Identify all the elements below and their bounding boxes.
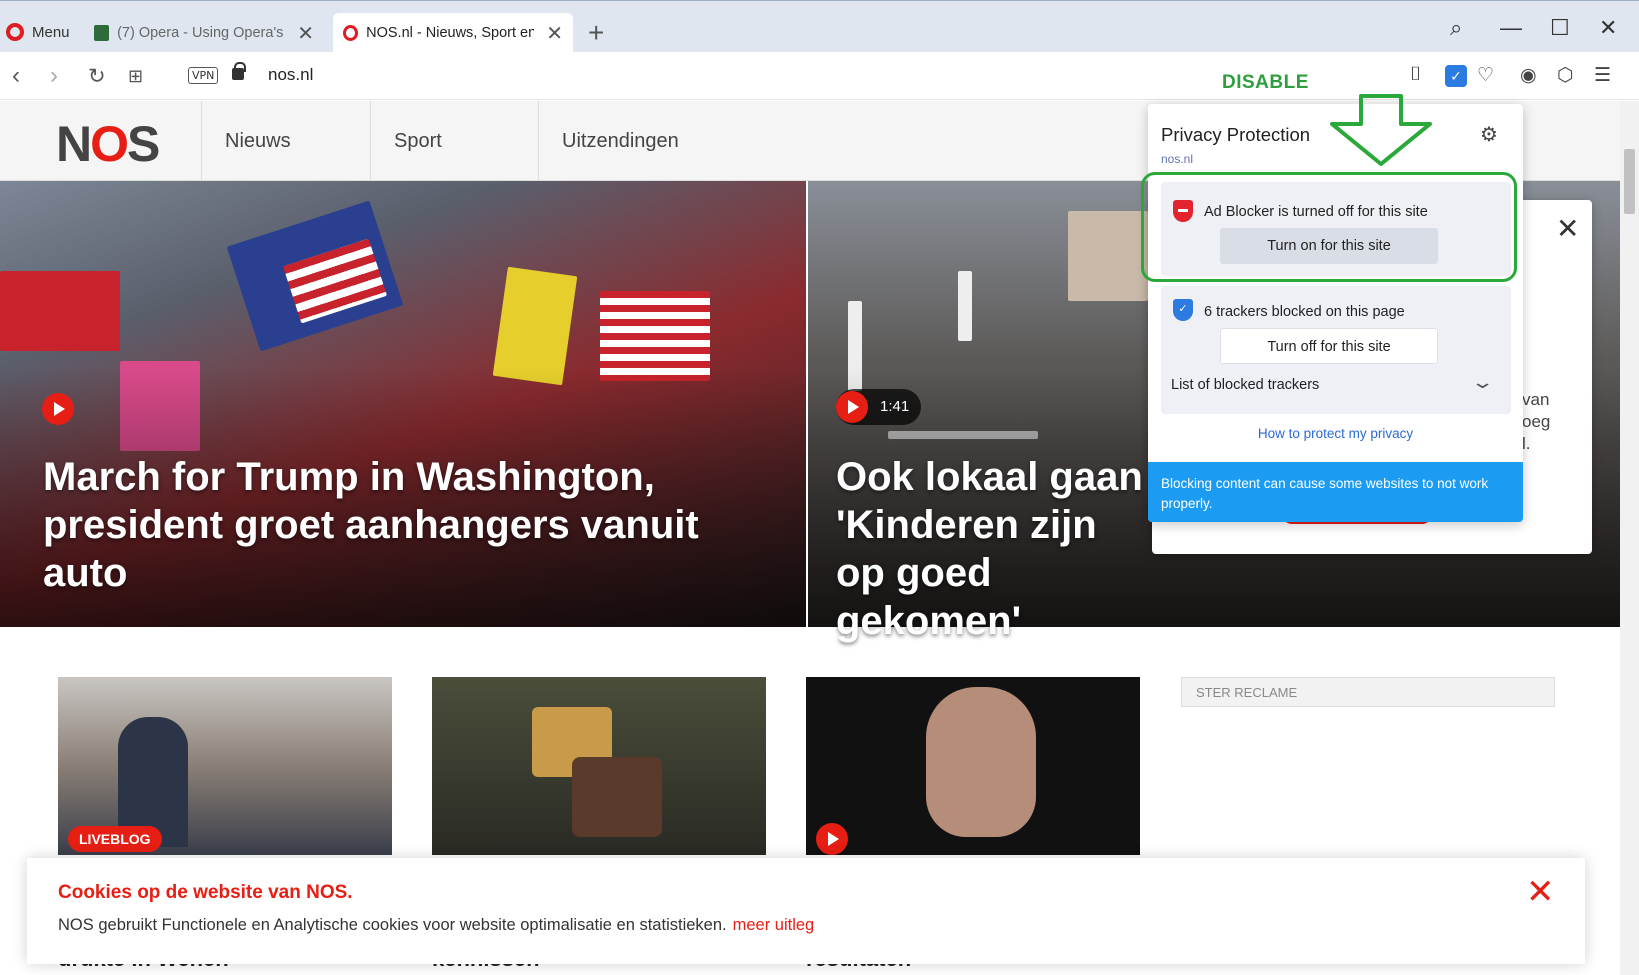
hero-image-detail bbox=[958, 271, 972, 341]
modal-text-fragment: oeg bbox=[1522, 412, 1551, 431]
minimize-icon[interactable]: — bbox=[1500, 15, 1522, 41]
cookie-banner: Cookies op de website van NOS. NOS gebru… bbox=[27, 858, 1585, 964]
hero-article-trump[interactable]: March for Trump in Washington, president… bbox=[0, 181, 806, 627]
blocking-warning: Blocking content can cause some websites… bbox=[1148, 462, 1523, 522]
cookie-more-link[interactable]: meer uitleg bbox=[733, 916, 815, 934]
liveblog-badge: LIVEBLOG bbox=[68, 826, 162, 852]
reload-icon[interactable]: ↻ bbox=[88, 64, 106, 89]
ster-reclame-ad: STER RECLAME bbox=[1181, 677, 1555, 707]
tab-nos[interactable]: NOS.nl - Nieuws, Sport en E ✕ bbox=[333, 13, 573, 53]
tracker-status: 6 trackers blocked on this page bbox=[1204, 304, 1405, 320]
back-icon[interactable]: ‹ bbox=[12, 62, 20, 90]
vpn-badge[interactable]: VPN bbox=[188, 67, 219, 84]
tracker-turn-off-button[interactable]: Turn off for this site bbox=[1220, 328, 1438, 364]
cookie-description: NOS gebruikt Functionele en Analytische … bbox=[58, 916, 727, 934]
hero-image-detail bbox=[0, 271, 120, 351]
nav-nieuws[interactable]: Nieuws bbox=[201, 101, 371, 181]
modal-close-icon[interactable]: ✕ bbox=[1556, 212, 1579, 245]
article-card-image[interactable] bbox=[432, 677, 766, 855]
camera-icon[interactable]: ⌷ bbox=[1410, 64, 1421, 86]
opera-favicon-icon bbox=[343, 25, 359, 41]
hero-title[interactable]: March for Trump in Washington, president… bbox=[43, 453, 763, 597]
cookie-text: NOS gebruikt Functionele en Analytische … bbox=[58, 916, 814, 935]
opera-logo-icon bbox=[6, 23, 24, 41]
favicon-icon bbox=[94, 25, 110, 41]
nav-uitzendingen[interactable]: Uitzendingen bbox=[538, 101, 758, 181]
logo-letter: O bbox=[90, 116, 129, 172]
search-tabs-icon[interactable]: ⌕ bbox=[1450, 15, 1462, 41]
nav-sport[interactable]: Sport bbox=[370, 101, 538, 181]
tabs-grid-icon[interactable]: ⊞ bbox=[128, 66, 143, 87]
privacy-protection-popup: Privacy Protection nos.nl ⚙ Ad Blocker i… bbox=[1148, 104, 1523, 522]
hero-title[interactable]: Ook lokaal gaan 'Kinderen zijn op goed g… bbox=[836, 453, 1156, 645]
opera-menu-button[interactable]: Menu bbox=[6, 23, 70, 41]
address-bar: ‹ › ↻ ⊞ VPN nos.nl ⌷ ✓ ♡ ◉ ⬡ ☰ bbox=[0, 52, 1639, 100]
cube-icon[interactable]: ⬡ bbox=[1557, 64, 1574, 87]
close-tab-icon[interactable]: ✕ bbox=[546, 21, 563, 46]
nos-logo[interactable]: NOS bbox=[56, 115, 160, 173]
heart-icon[interactable]: ♡ bbox=[1477, 64, 1494, 87]
flow-icon[interactable]: ◉ bbox=[1520, 64, 1537, 87]
article-card-image[interactable] bbox=[806, 677, 1140, 855]
forward-icon[interactable]: › bbox=[50, 62, 58, 90]
cookie-close-icon[interactable]: ✕ bbox=[1526, 875, 1555, 909]
close-window-icon[interactable]: ✕ bbox=[1599, 15, 1617, 41]
page-scrollbar[interactable] bbox=[1620, 101, 1639, 975]
tracker-shield-icon: ✓ bbox=[1173, 299, 1193, 321]
privacy-help-link[interactable]: How to protect my privacy bbox=[1148, 426, 1523, 441]
annotation-down-arrow-icon bbox=[1330, 94, 1432, 166]
settings-gear-icon[interactable]: ⚙ bbox=[1480, 122, 1498, 147]
nav-label: Nieuws bbox=[225, 129, 291, 152]
easy-setup-icon[interactable]: ☰ bbox=[1594, 64, 1611, 87]
nav-label: Sport bbox=[394, 129, 442, 152]
new-tab-plus-icon[interactable]: + bbox=[588, 17, 604, 49]
scrollbar-thumb[interactable] bbox=[1624, 149, 1635, 214]
popup-title: Privacy Protection bbox=[1161, 124, 1311, 145]
tab-title: (7) Opera - Using Opera's b bbox=[117, 25, 286, 41]
card-image-detail bbox=[572, 757, 662, 837]
menu-label: Menu bbox=[32, 23, 70, 41]
maximize-icon[interactable]: ☐ bbox=[1550, 15, 1570, 41]
play-video-icon[interactable] bbox=[836, 391, 868, 423]
modal-text-fragment: l. bbox=[1522, 434, 1531, 453]
chevron-down-icon[interactable]: ⌄ bbox=[1470, 372, 1494, 393]
tracker-section: ✓ 6 trackers blocked on this page Turn o… bbox=[1161, 286, 1511, 414]
logo-letter: N bbox=[56, 116, 92, 172]
privacy-shield-icon[interactable]: ✓ bbox=[1445, 65, 1467, 87]
annotation-disable-label: DISABLE bbox=[1222, 72, 1309, 93]
blocked-trackers-toggle[interactable]: List of blocked trackers bbox=[1171, 377, 1319, 393]
hero-image-detail bbox=[1068, 211, 1148, 301]
tab-title: NOS.nl - Nieuws, Sport en E bbox=[366, 25, 535, 41]
popup-site: nos.nl bbox=[1161, 152, 1194, 166]
modal-text-fragment: van bbox=[1522, 390, 1550, 409]
nav-label: Uitzendingen bbox=[562, 129, 679, 152]
annotation-highlight-box bbox=[1141, 172, 1517, 282]
lock-icon[interactable] bbox=[232, 62, 246, 80]
tab-opera-help[interactable]: (7) Opera - Using Opera's b ✕ bbox=[84, 13, 324, 53]
url-field[interactable]: nos.nl bbox=[268, 65, 313, 85]
logo-letter: S bbox=[127, 116, 160, 172]
play-video-icon[interactable] bbox=[816, 823, 848, 855]
card-image-detail bbox=[926, 687, 1036, 837]
close-tab-icon[interactable]: ✕ bbox=[297, 21, 314, 46]
tab-strip: Menu (7) Opera - Using Opera's b ✕ NOS.n… bbox=[0, 0, 1639, 53]
cookie-title: Cookies op de website van NOS. bbox=[58, 882, 353, 903]
play-video-icon[interactable] bbox=[42, 393, 74, 425]
